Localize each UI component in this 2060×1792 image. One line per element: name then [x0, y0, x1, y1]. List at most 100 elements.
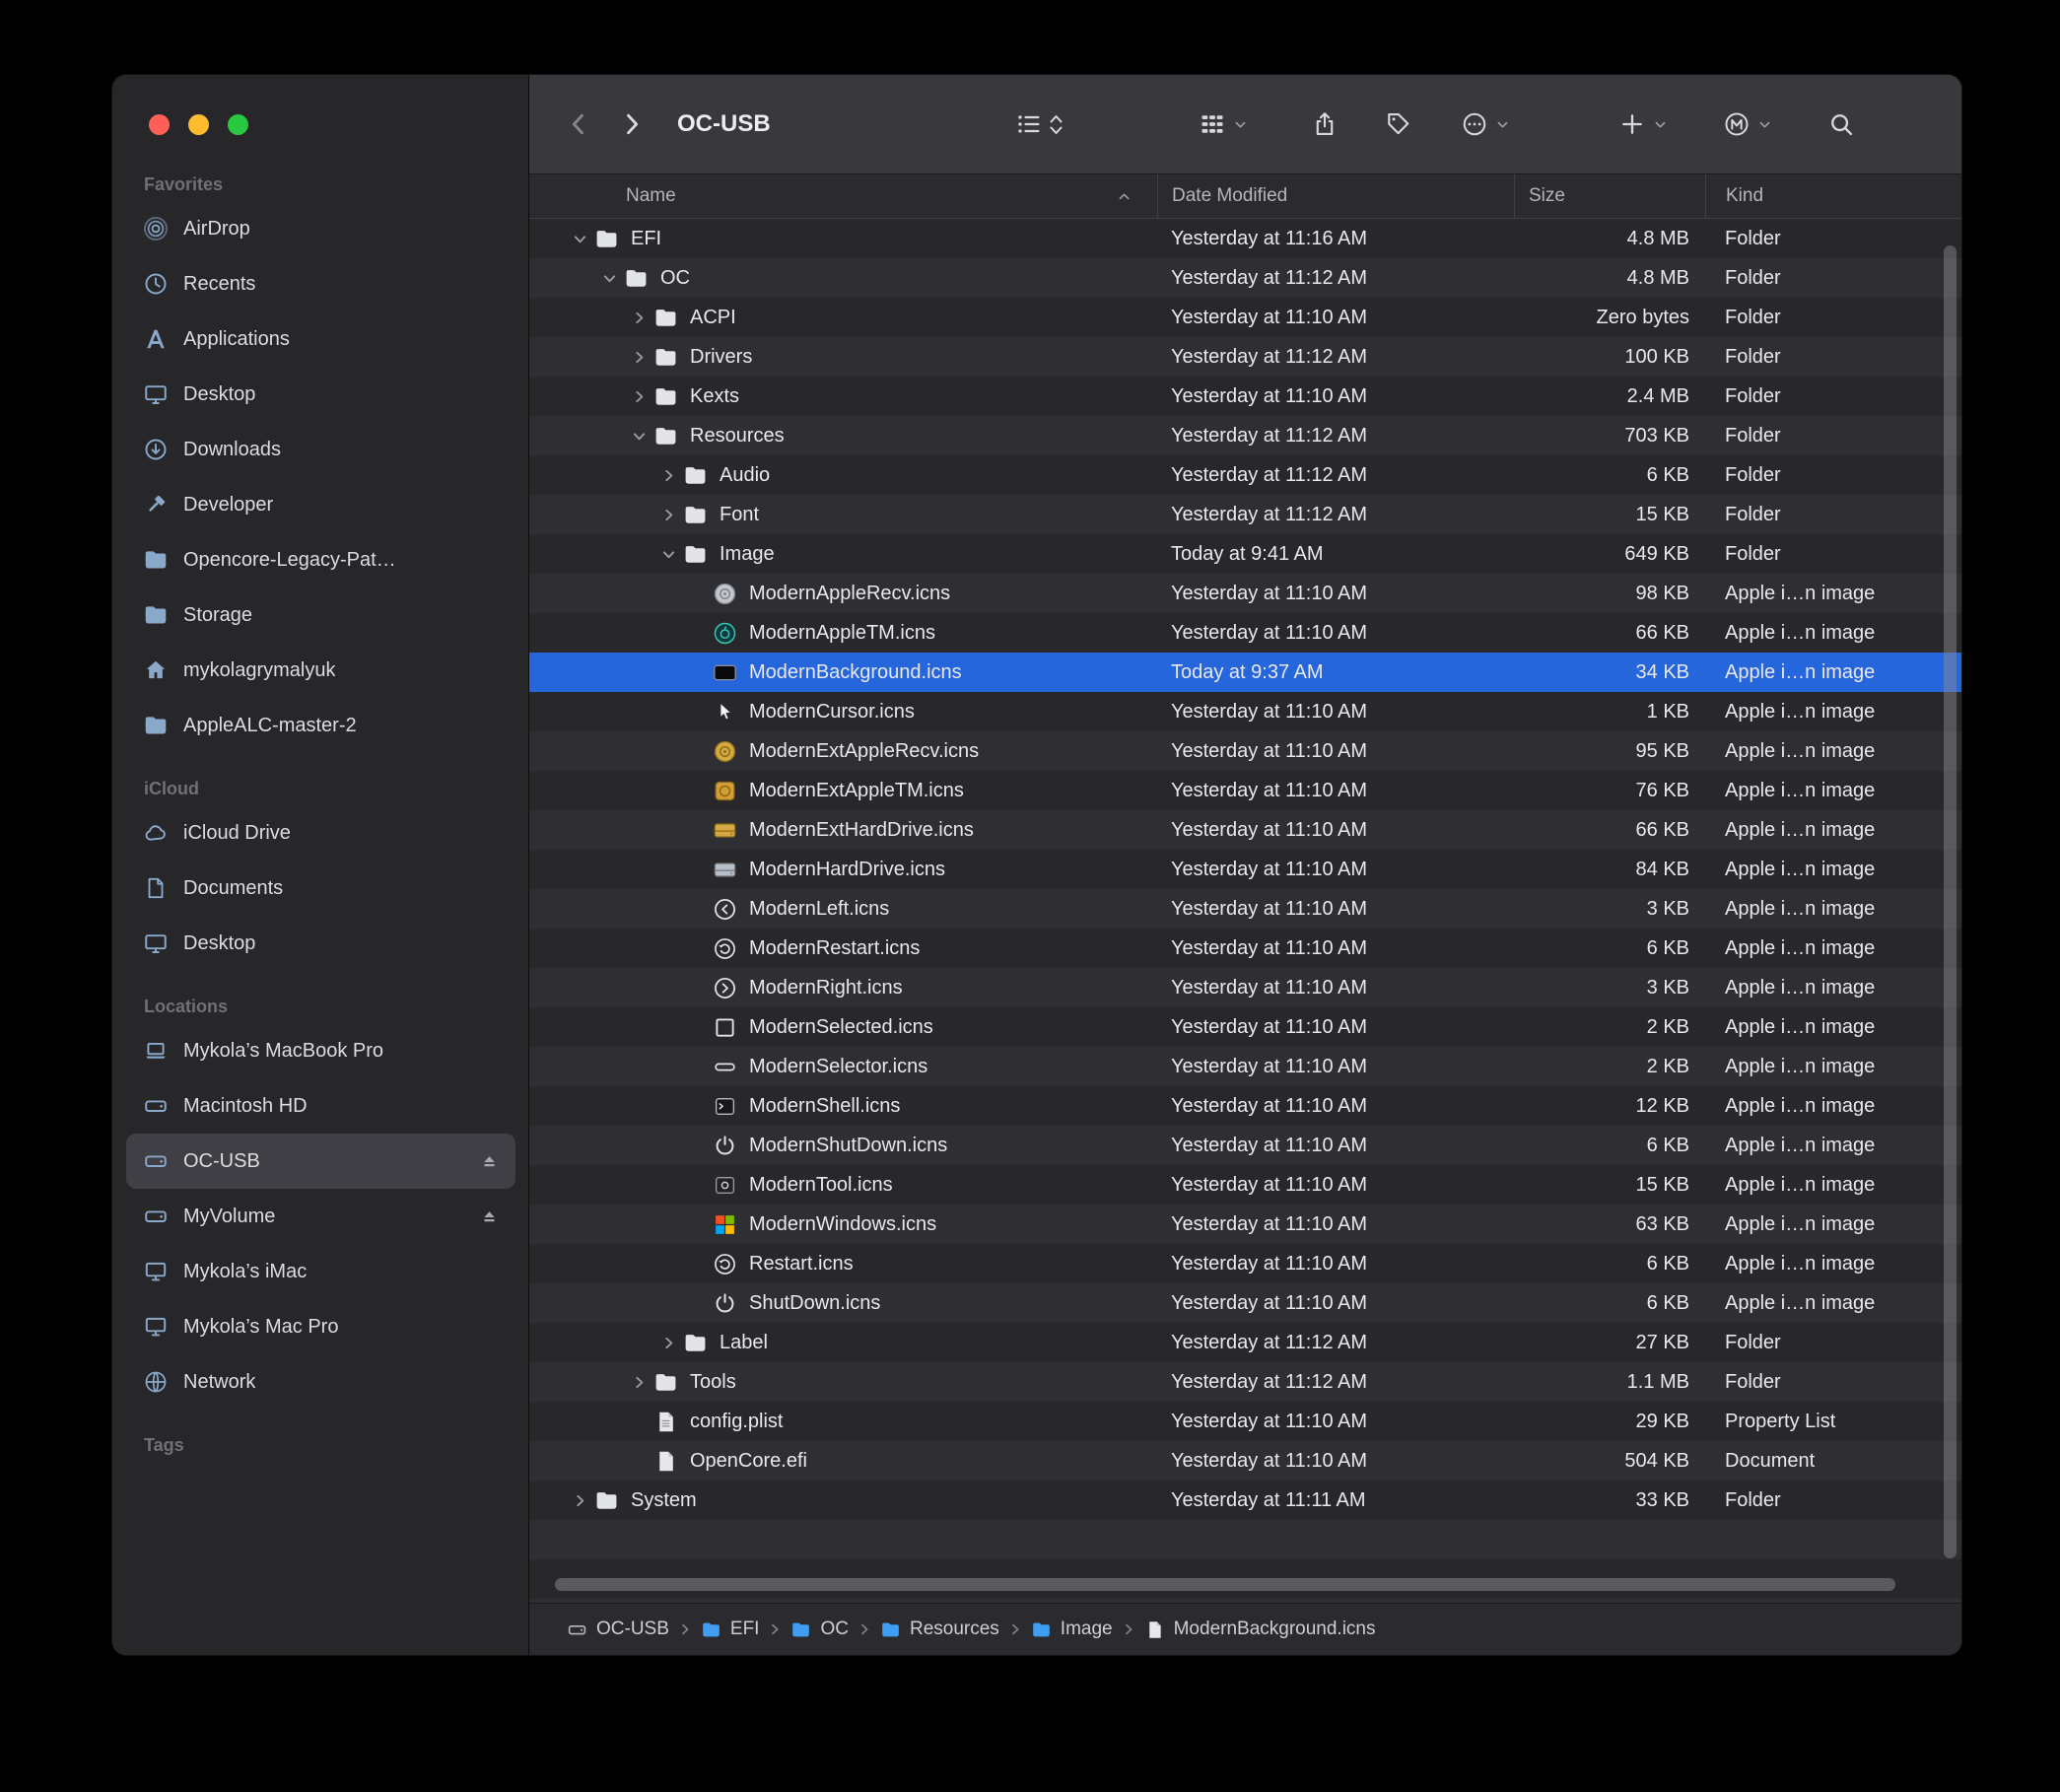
file-row-restart-icns[interactable]: Restart.icnsYesterday at 11:10 AM6 KBApp… — [529, 1244, 1961, 1283]
file-row-font[interactable]: FontYesterday at 11:12 AM15 KBFolder — [529, 495, 1961, 534]
disclosure-closed-icon[interactable] — [624, 1375, 653, 1390]
path-segment-oc[interactable]: OC — [790, 1619, 849, 1640]
file-row-drivers[interactable]: DriversYesterday at 11:12 AM100 KBFolder — [529, 337, 1961, 377]
close-window-button[interactable] — [149, 114, 170, 135]
disclosure-open-icon[interactable] — [653, 547, 683, 562]
file-row-modernwindows-icns[interactable]: ModernWindows.icnsYesterday at 11:10 AM6… — [529, 1205, 1961, 1244]
sidebar-item-oc-usb[interactable]: OC-USB — [126, 1134, 515, 1189]
group-by-button[interactable] — [1199, 110, 1248, 138]
sidebar-item-mykola-s-macbook-pro[interactable]: Mykola’s MacBook Pro — [126, 1023, 515, 1078]
sidebar-item-desktop[interactable]: Desktop — [126, 367, 515, 422]
file-row-efi[interactable]: EFIYesterday at 11:16 AM4.8 MBFolder — [529, 219, 1961, 258]
back-button[interactable] — [565, 110, 592, 138]
file-row-modernshell-icns[interactable]: ModernShell.icnsYesterday at 11:10 AM12 … — [529, 1086, 1961, 1126]
sidebar-item-developer[interactable]: Developer — [126, 477, 515, 532]
view-mode-button[interactable] — [1015, 110, 1064, 138]
sidebar-item-desktop[interactable]: Desktop — [126, 916, 515, 971]
sidebar-item-airdrop[interactable]: AirDrop — [126, 201, 515, 256]
file-row-image[interactable]: ImageToday at 9:41 AM649 KBFolder — [529, 534, 1961, 574]
disclosure-closed-icon[interactable] — [653, 468, 683, 483]
forward-button[interactable] — [618, 110, 646, 138]
file-name: Image — [720, 543, 775, 566]
minimize-window-button[interactable] — [188, 114, 209, 135]
disclosure-closed-icon[interactable] — [624, 310, 653, 325]
disclosure-closed-icon[interactable] — [653, 508, 683, 522]
disclosure-closed-icon[interactable] — [653, 1336, 683, 1350]
file-row-modernextharddrive-icns[interactable]: ModernExtHardDrive.icnsYesterday at 11:1… — [529, 810, 1961, 850]
file-row-modernapplerecv-icns[interactable]: ModernAppleRecv.icnsYesterday at 11:10 A… — [529, 574, 1961, 613]
disclosure-open-icon[interactable] — [594, 271, 624, 286]
sidebar-item-applealc-master-2[interactable]: AppleALC-master-2 — [126, 698, 515, 753]
extension-badge-button[interactable] — [1723, 110, 1772, 138]
column-header-date-modified[interactable]: Date Modified — [1157, 174, 1514, 218]
sidebar-item-opencore-legacy-pat[interactable]: Opencore-Legacy-Pat… — [126, 532, 515, 587]
file-row-moderntool-icns[interactable]: ModernTool.icnsYesterday at 11:10 AM15 K… — [529, 1165, 1961, 1205]
file-kind: Apple i…n image — [1705, 701, 1961, 724]
sidebar-item-network[interactable]: Network — [126, 1354, 515, 1410]
file-row-modernright-icns[interactable]: ModernRight.icnsYesterday at 11:10 AM3 K… — [529, 968, 1961, 1007]
file-row-modernbackground-icns[interactable]: ModernBackground.icnsToday at 9:37 AM34 … — [529, 653, 1961, 692]
disclosure-open-icon[interactable] — [565, 232, 594, 246]
sidebar-item-mykolagrymalyuk[interactable]: mykolagrymalyuk — [126, 643, 515, 698]
file-row-modernselector-icns[interactable]: ModernSelector.icnsYesterday at 11:10 AM… — [529, 1047, 1961, 1086]
more-actions-button[interactable] — [1461, 110, 1510, 138]
file-row-tools[interactable]: ToolsYesterday at 11:12 AM1.1 MBFolder — [529, 1362, 1961, 1402]
file-row-modernharddrive-icns[interactable]: ModernHardDrive.icnsYesterday at 11:10 A… — [529, 850, 1961, 889]
sidebar-item-myvolume[interactable]: MyVolume — [126, 1189, 515, 1244]
disclosure-open-icon[interactable] — [624, 429, 653, 444]
path-segments: OC-USB EFI OC Resources Image ModernBackgroun… — [567, 1619, 1376, 1640]
sidebar-item-recents[interactable]: Recents — [126, 256, 515, 311]
sidebar-item-storage[interactable]: Storage — [126, 587, 515, 643]
file-row-modernrestart-icns[interactable]: ModernRestart.icnsYesterday at 11:10 AM6… — [529, 929, 1961, 968]
file-name: ModernShutDown.icns — [749, 1135, 947, 1157]
column-header-size[interactable]: Size — [1514, 174, 1705, 218]
search-button[interactable] — [1827, 110, 1855, 138]
file-row-modernleft-icns[interactable]: ModernLeft.icnsYesterday at 11:10 AM3 KB… — [529, 889, 1961, 929]
file-row-modernselected-icns[interactable]: ModernSelected.icnsYesterday at 11:10 AM… — [529, 1007, 1961, 1047]
share-button[interactable] — [1311, 110, 1339, 138]
eject-icon[interactable] — [479, 1206, 500, 1227]
sidebar-item-documents[interactable]: Documents — [126, 861, 515, 916]
disclosure-closed-icon[interactable] — [624, 389, 653, 404]
file-row-system[interactable]: SystemYesterday at 11:11 AM33 KBFolder — [529, 1481, 1961, 1520]
column-header-name[interactable]: Name — [529, 174, 1157, 218]
path-segment-resources[interactable]: Resources — [880, 1619, 999, 1640]
sidebar-item-icloud-drive[interactable]: iCloud Drive — [126, 805, 515, 861]
file-row-modernshutdown-icns[interactable]: ModernShutDown.icnsYesterday at 11:10 AM… — [529, 1126, 1961, 1165]
path-segment-image[interactable]: Image — [1031, 1619, 1113, 1640]
file-row-opencore-efi[interactable]: OpenCore.efiYesterday at 11:10 AM504 KBD… — [529, 1441, 1961, 1481]
file-row-label[interactable]: LabelYesterday at 11:12 AM27 KBFolder — [529, 1323, 1961, 1362]
column-header-kind[interactable]: Kind — [1705, 174, 1961, 218]
file-row-kexts[interactable]: KextsYesterday at 11:10 AM2.4 MBFolder — [529, 377, 1961, 416]
zoom-window-button[interactable] — [228, 114, 248, 135]
file-row-modernappletm-icns[interactable]: ModernAppleTM.icnsYesterday at 11:10 AM6… — [529, 613, 1961, 653]
file-row-moderncursor-icns[interactable]: ModernCursor.icnsYesterday at 11:10 AM1 … — [529, 692, 1961, 731]
file-row-config-plist[interactable]: config.plistYesterday at 11:10 AM29 KBPr… — [529, 1402, 1961, 1441]
file-row-oc[interactable]: OCYesterday at 11:12 AM4.8 MBFolder — [529, 258, 1961, 298]
file-row-audio[interactable]: AudioYesterday at 11:12 AM6 KBFolder — [529, 455, 1961, 495]
file-row-modernextappletm-icns[interactable]: ModernExtAppleTM.icnsYesterday at 11:10 … — [529, 771, 1961, 810]
eject-icon[interactable] — [479, 1151, 500, 1172]
path-segment-efi[interactable]: EFI — [701, 1619, 760, 1640]
horizontal-scrollbar[interactable] — [555, 1578, 1895, 1591]
disclosure-closed-icon[interactable] — [565, 1493, 594, 1508]
disclosure-closed-icon[interactable] — [624, 350, 653, 365]
vertical-scrollbar[interactable] — [1944, 245, 1957, 1558]
tag-button[interactable] — [1384, 110, 1411, 138]
sidebar-item-mykola-s-mac-pro[interactable]: Mykola’s Mac Pro — [126, 1299, 515, 1354]
sidebar-item-downloads[interactable]: Downloads — [126, 422, 515, 477]
file-date-modified: Yesterday at 11:10 AM — [1157, 622, 1514, 645]
sidebar-item-label: Macintosh HD — [183, 1095, 308, 1118]
file-row-acpi[interactable]: ACPIYesterday at 11:10 AMZero bytesFolde… — [529, 298, 1961, 337]
path-segment-oc-usb[interactable]: OC-USB — [567, 1619, 669, 1640]
path-segment-modernbackground-icns[interactable]: ModernBackground.icns — [1144, 1619, 1376, 1640]
folder-icon — [653, 384, 678, 409]
sidebar-item-macintosh-hd[interactable]: Macintosh HD — [126, 1078, 515, 1134]
file-row-resources[interactable]: ResourcesYesterday at 11:12 AM703 KBFold… — [529, 416, 1961, 455]
file-row-shutdown-icns[interactable]: ShutDown.icnsYesterday at 11:10 AM6 KBAp… — [529, 1283, 1961, 1323]
sidebar-item-applications[interactable]: Applications — [126, 311, 515, 367]
sidebar-item-mykola-s-imac[interactable]: Mykola’s iMac — [126, 1244, 515, 1299]
file-row-modernextapplerecv-icns[interactable]: ModernExtAppleRecv.icnsYesterday at 11:1… — [529, 731, 1961, 771]
file-size: 6 KB — [1514, 1292, 1705, 1315]
add-button[interactable] — [1618, 110, 1668, 138]
